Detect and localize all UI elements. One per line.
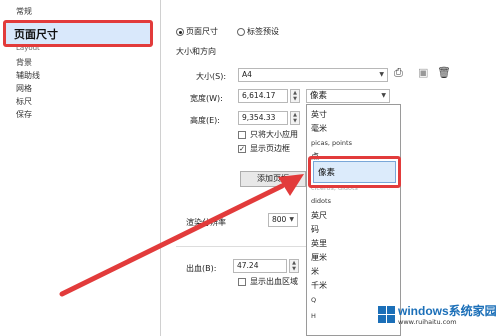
red-arrow-annotation	[59, 174, 304, 297]
watermark-title: windows系统家园	[398, 304, 497, 318]
windows-logo-icon	[378, 306, 395, 323]
watermark-subtitle: www.ruihaitu.com	[398, 318, 457, 326]
watermark-logo: windows系统家园 www.ruihaitu.com	[378, 300, 500, 336]
